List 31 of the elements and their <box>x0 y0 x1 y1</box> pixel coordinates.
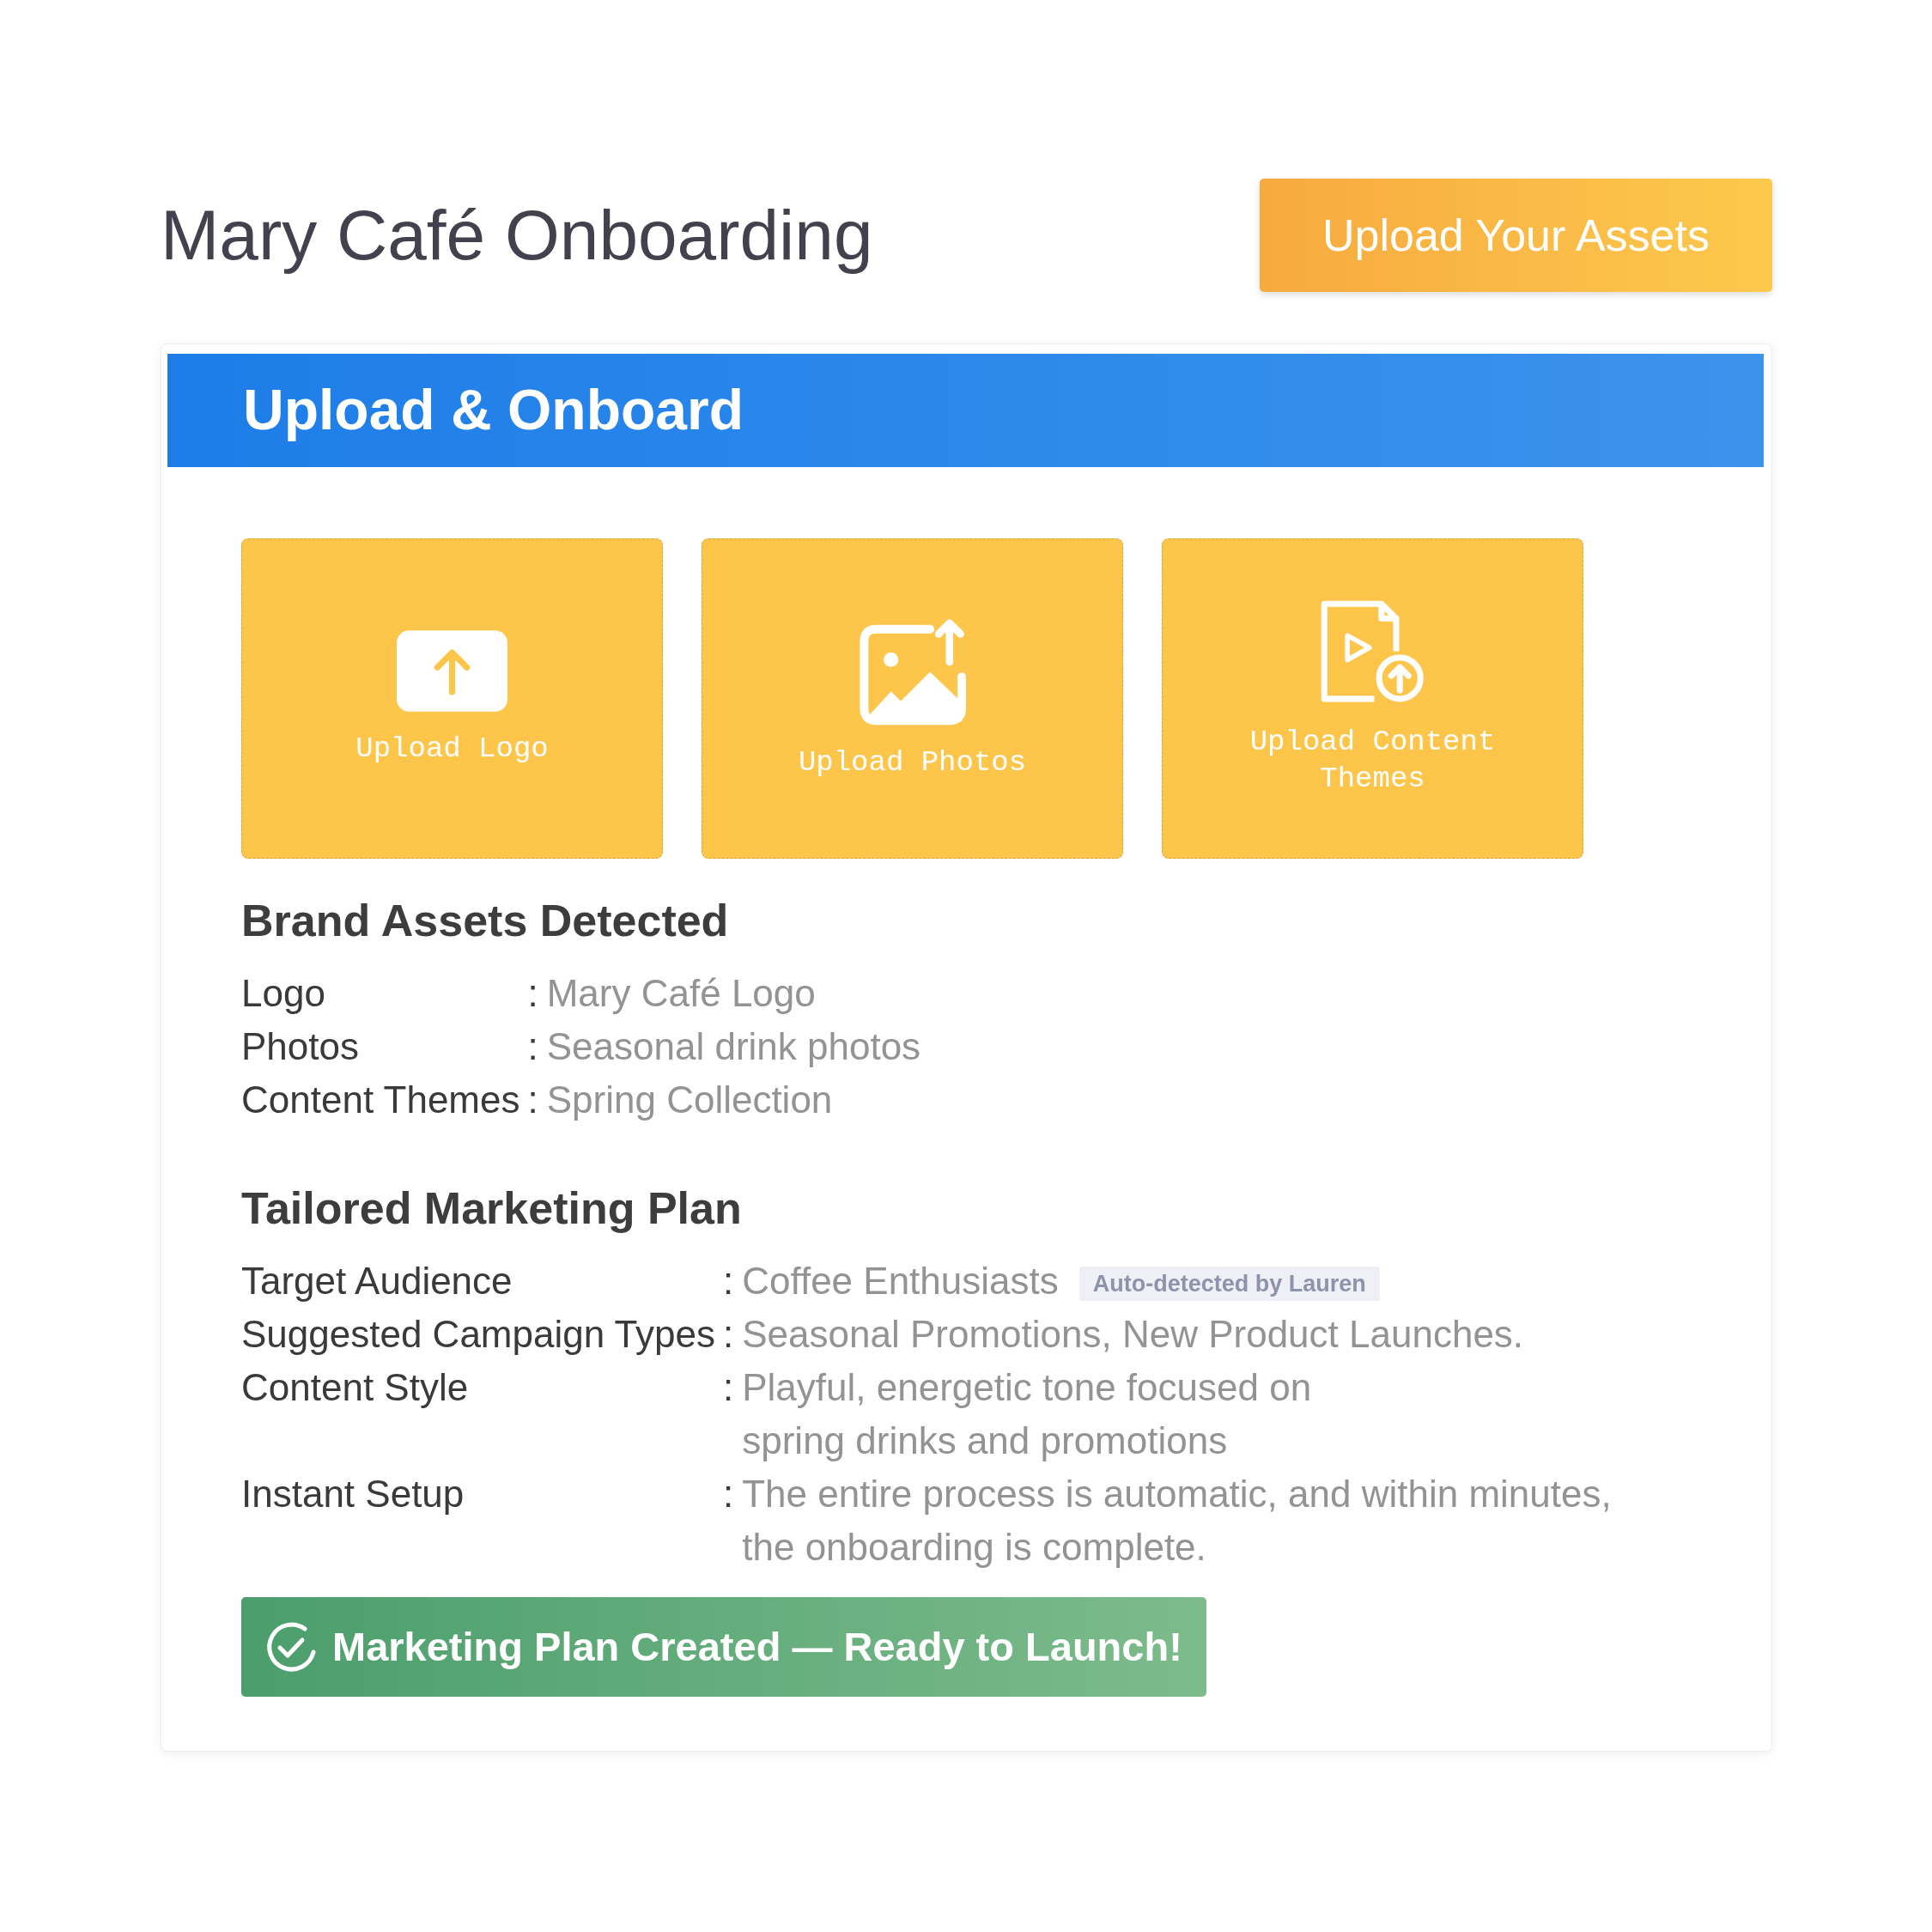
label-separator: : <box>526 1078 539 1122</box>
status-message: Marketing Plan Created — Ready to Launch! <box>332 1622 1182 1671</box>
row-label: Logo <box>241 971 326 1016</box>
row-value: Mary Café Logo <box>546 972 816 1014</box>
upload-tile[interactable]: Upload Content Themes <box>1162 538 1583 859</box>
section-heading: Tailored Marketing Plan <box>241 1182 743 1235</box>
row-label: Suggested Campaign Types <box>241 1312 715 1357</box>
page-title: Mary Café Onboarding <box>161 194 873 276</box>
row-label: Instant Setup <box>241 1472 465 1516</box>
row-value: Spring Collection <box>546 1078 833 1121</box>
label-separator: : <box>722 1259 735 1303</box>
row-label: Content Style <box>241 1365 470 1410</box>
label-separator: : <box>526 971 539 1016</box>
label-separator: : <box>722 1365 735 1410</box>
upload-tile[interactable]: Upload Photos <box>702 538 1123 859</box>
row-value: Coffee Enthusiasts <box>742 1260 1059 1302</box>
label-separator: : <box>722 1312 735 1357</box>
row-value: Seasonal Promotions, New Product Launches. <box>742 1313 1524 1355</box>
row-label: Photos <box>241 1024 360 1069</box>
row-label: Target Audience <box>241 1259 513 1303</box>
upload-assets-button[interactable]: Upload Your Assets <box>1260 179 1772 292</box>
panel-title: Upload & Onboard <box>243 377 744 444</box>
section-heading: Brand Assets Detected <box>241 895 730 947</box>
label-separator: : <box>526 1024 539 1069</box>
row-label: Content Themes <box>241 1078 520 1122</box>
label-separator: : <box>722 1472 735 1516</box>
upload-tile[interactable]: Upload Logo <box>241 538 663 859</box>
auto-detect-tag: Auto-detected by Lauren <box>1078 1267 1380 1302</box>
row-value: Playful, energetic tone focused on spring drinks and promotions <box>742 1366 1312 1461</box>
row-value: The entire process is automatic, and within minutes, the onboarding is complete. <box>742 1473 1612 1568</box>
row-value: Seasonal drink photos <box>546 1025 921 1067</box>
